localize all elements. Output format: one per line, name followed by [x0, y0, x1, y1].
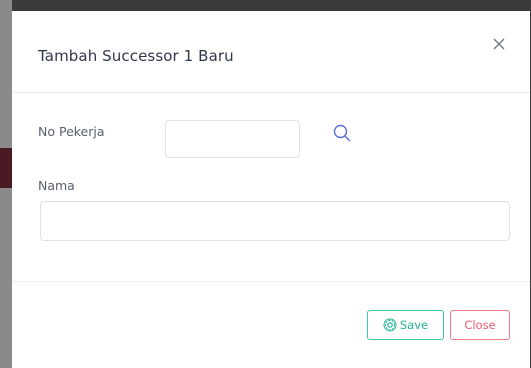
close-button[interactable]: Close: [450, 310, 510, 340]
close-icon[interactable]: [487, 32, 511, 56]
modal-title: Tambah Successor 1 Baru: [38, 47, 234, 65]
nama-input[interactable]: [40, 201, 510, 241]
header-divider: [12, 92, 530, 93]
nama-label: Nama: [38, 178, 75, 193]
gear-icon: [383, 318, 397, 332]
backdrop-accent: [0, 148, 12, 188]
save-button-label: Save: [399, 318, 429, 332]
save-button[interactable]: Save: [367, 310, 444, 340]
modal-dialog: Tambah Successor 1 Baru No Pekerja Nama …: [12, 11, 530, 368]
search-icon[interactable]: [330, 121, 354, 145]
footer-divider: [12, 281, 530, 282]
close-button-label: Close: [464, 318, 496, 332]
no-pekerja-input[interactable]: [165, 120, 300, 158]
no-pekerja-label: No Pekerja: [38, 124, 105, 139]
